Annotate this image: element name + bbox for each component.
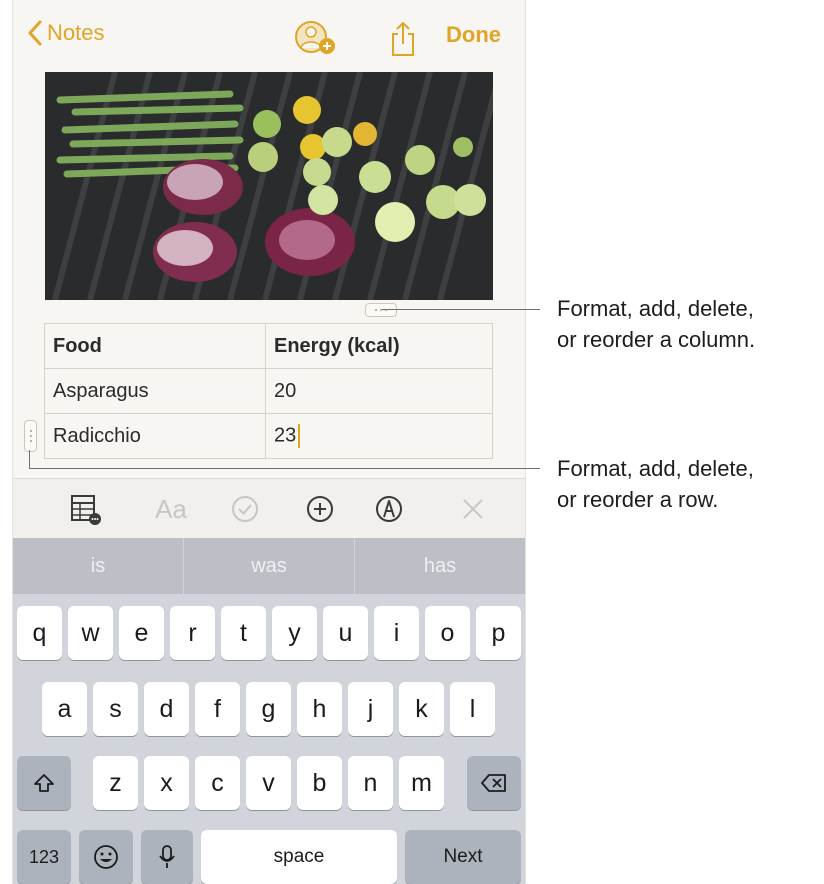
key-t[interactable]: t (221, 606, 266, 660)
table-cell[interactable]: Food (44, 323, 266, 369)
checklist-icon[interactable] (229, 493, 261, 525)
key-b[interactable]: b (297, 756, 342, 810)
key-c[interactable]: c (195, 756, 240, 810)
table-cell[interactable]: Radicchio (44, 413, 266, 459)
key-m[interactable]: m (399, 756, 444, 810)
done-button[interactable]: Done (446, 22, 501, 48)
suggestion-item[interactable]: is (13, 538, 184, 594)
suggestion-item[interactable]: has (355, 538, 525, 594)
key-y[interactable]: y (272, 606, 317, 660)
table-cell[interactable]: Asparagus (44, 368, 266, 414)
table-row: Radicchio 23 (44, 413, 493, 459)
key-q[interactable]: q (17, 606, 62, 660)
chevron-left-icon (28, 20, 42, 46)
grilled-vegetables-photo[interactable] (45, 72, 493, 300)
key-v[interactable]: v (246, 756, 291, 810)
column-callout-line (382, 309, 540, 310)
delete-key[interactable] (467, 756, 521, 810)
space-key[interactable]: space (201, 830, 397, 884)
callout-text: or reorder a row. (557, 487, 719, 512)
emoji-key[interactable] (79, 830, 133, 884)
key-a[interactable]: a (42, 682, 87, 736)
table-cell-editing[interactable]: 23 (265, 413, 493, 459)
row-handle[interactable] (24, 420, 37, 452)
table-icon[interactable] (69, 493, 103, 525)
shift-icon (34, 774, 54, 792)
add-people-icon[interactable] (293, 18, 337, 58)
numbers-key[interactable]: 123 (17, 830, 71, 884)
key-f[interactable]: f (195, 682, 240, 736)
back-button[interactable]: Notes (27, 20, 104, 46)
share-icon[interactable] (389, 20, 417, 58)
key-e[interactable]: e (119, 606, 164, 660)
key-u[interactable]: u (323, 606, 368, 660)
dictation-key[interactable] (141, 830, 193, 884)
microphone-icon (159, 845, 175, 868)
navigation-bar: Notes Done (13, 0, 525, 72)
table-cell[interactable]: Energy (kcal) (265, 323, 493, 369)
key-g[interactable]: g (246, 682, 291, 736)
row-callout: Format, add, delete, or reorder a row. (557, 453, 754, 515)
suggestion-bar: is was has (13, 538, 525, 594)
key-i[interactable]: i (374, 606, 419, 660)
row-callout-line (29, 468, 540, 469)
callout-text: Format, add, delete, (557, 456, 754, 481)
table-header-row: Food Energy (kcal) (44, 323, 493, 369)
back-button-label: Notes (47, 20, 105, 45)
notes-app-screen: Notes Done Food Energy (kcal) Asparagus … (12, 0, 526, 884)
keyboard: is was has q w e r t y u i o p a s d f g… (13, 538, 525, 884)
row-callout-line (29, 450, 30, 468)
key-n[interactable]: n (348, 756, 393, 810)
key-r[interactable]: r (170, 606, 215, 660)
suggestion-item[interactable]: was (184, 538, 355, 594)
column-handle[interactable] (365, 303, 397, 317)
table-row: Asparagus 20 (44, 368, 493, 414)
column-callout: Format, add, delete, or reorder a column… (557, 293, 755, 355)
key-z[interactable]: z (93, 756, 138, 810)
key-k[interactable]: k (399, 682, 444, 736)
next-key[interactable]: Next (405, 830, 521, 884)
callout-text: or reorder a column. (557, 327, 756, 352)
key-x[interactable]: x (144, 756, 189, 810)
key-o[interactable]: o (425, 606, 470, 660)
key-h[interactable]: h (297, 682, 342, 736)
emoji-icon (94, 845, 118, 869)
cell-text: 23 (274, 424, 297, 447)
key-d[interactable]: d (144, 682, 189, 736)
backspace-icon (481, 774, 506, 792)
key-j[interactable]: j (348, 682, 393, 736)
close-icon[interactable] (459, 493, 487, 525)
callout-text: Format, add, delete, (557, 296, 754, 321)
format-toolbar: Aa (13, 478, 525, 539)
key-l[interactable]: l (450, 682, 495, 736)
markup-icon[interactable] (373, 493, 405, 525)
table-cell[interactable]: 20 (265, 368, 493, 414)
add-icon[interactable] (304, 493, 336, 525)
key-p[interactable]: p (476, 606, 521, 660)
key-s[interactable]: s (93, 682, 138, 736)
notes-table: Food Energy (kcal) Asparagus 20 Radicchi… (44, 323, 493, 459)
text-cursor (298, 424, 301, 448)
text-style-button[interactable]: Aa (149, 493, 193, 525)
key-w[interactable]: w (68, 606, 113, 660)
shift-key[interactable] (17, 756, 71, 810)
